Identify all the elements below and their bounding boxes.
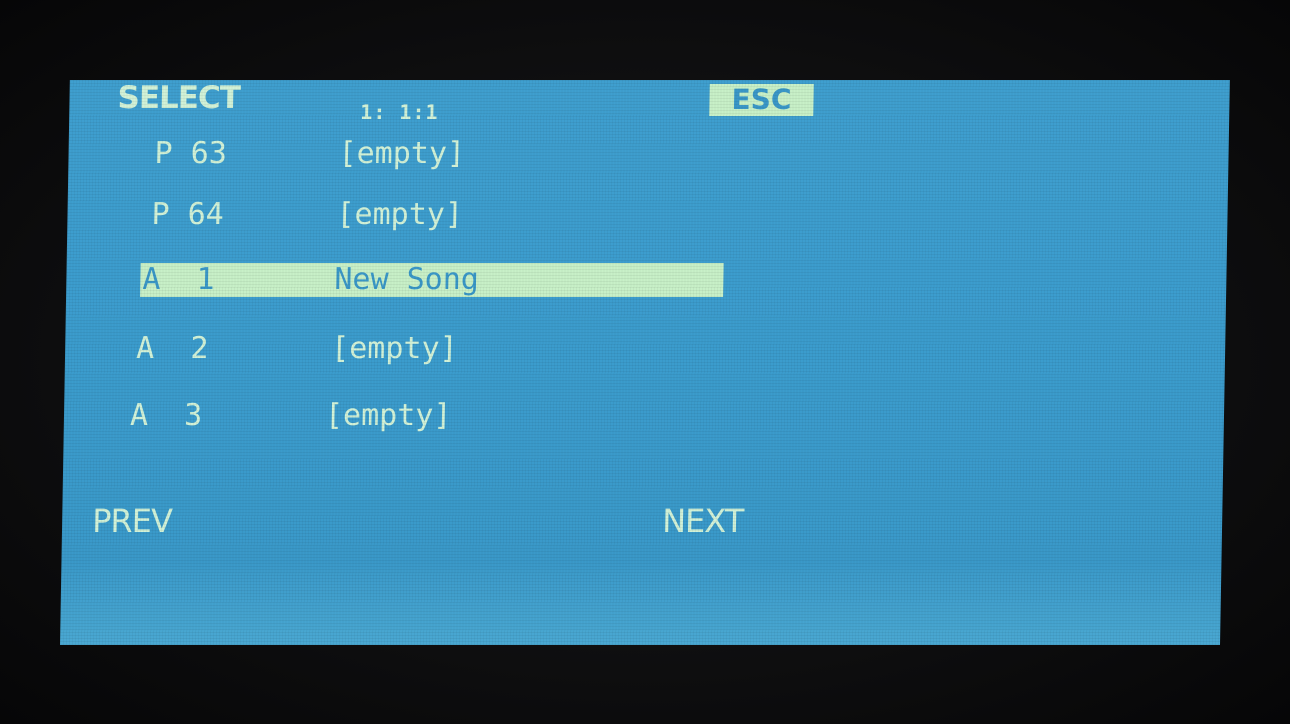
list-item[interactable]: A 3 [empty]: [64, 398, 765, 436]
device-bezel: SELECT 1: 1:1 ESC P 63 [empty] P 64 [emp…: [0, 0, 1290, 724]
esc-button[interactable]: ESC: [709, 83, 814, 116]
slot-label: P 64: [151, 197, 225, 232]
song-name: New Song: [334, 262, 480, 297]
song-position-readout: 1: 1:1: [360, 100, 439, 124]
next-button[interactable]: NEXT: [662, 502, 744, 540]
slot-label: P 63: [154, 136, 228, 171]
prev-button[interactable]: PREV: [92, 502, 172, 540]
slot-label: A 2: [135, 331, 209, 366]
list-item[interactable]: P 64 [empty]: [67, 197, 768, 235]
page-title: SELECT: [117, 80, 241, 116]
song-name: [empty]: [336, 197, 464, 232]
list-item[interactable]: P 63 [empty]: [68, 136, 769, 174]
song-name: [empty]: [338, 136, 466, 171]
lcd-screen: SELECT 1: 1:1 ESC P 63 [empty] P 64 [emp…: [60, 80, 1230, 645]
song-name: [empty]: [324, 398, 452, 433]
list-item[interactable]: A 2 [empty]: [65, 331, 766, 369]
slot-label: A 3: [129, 398, 203, 433]
song-name: [empty]: [330, 331, 458, 366]
slot-label: A 1: [142, 262, 215, 297]
list-item-selected[interactable]: A 1 New Song: [66, 262, 767, 300]
